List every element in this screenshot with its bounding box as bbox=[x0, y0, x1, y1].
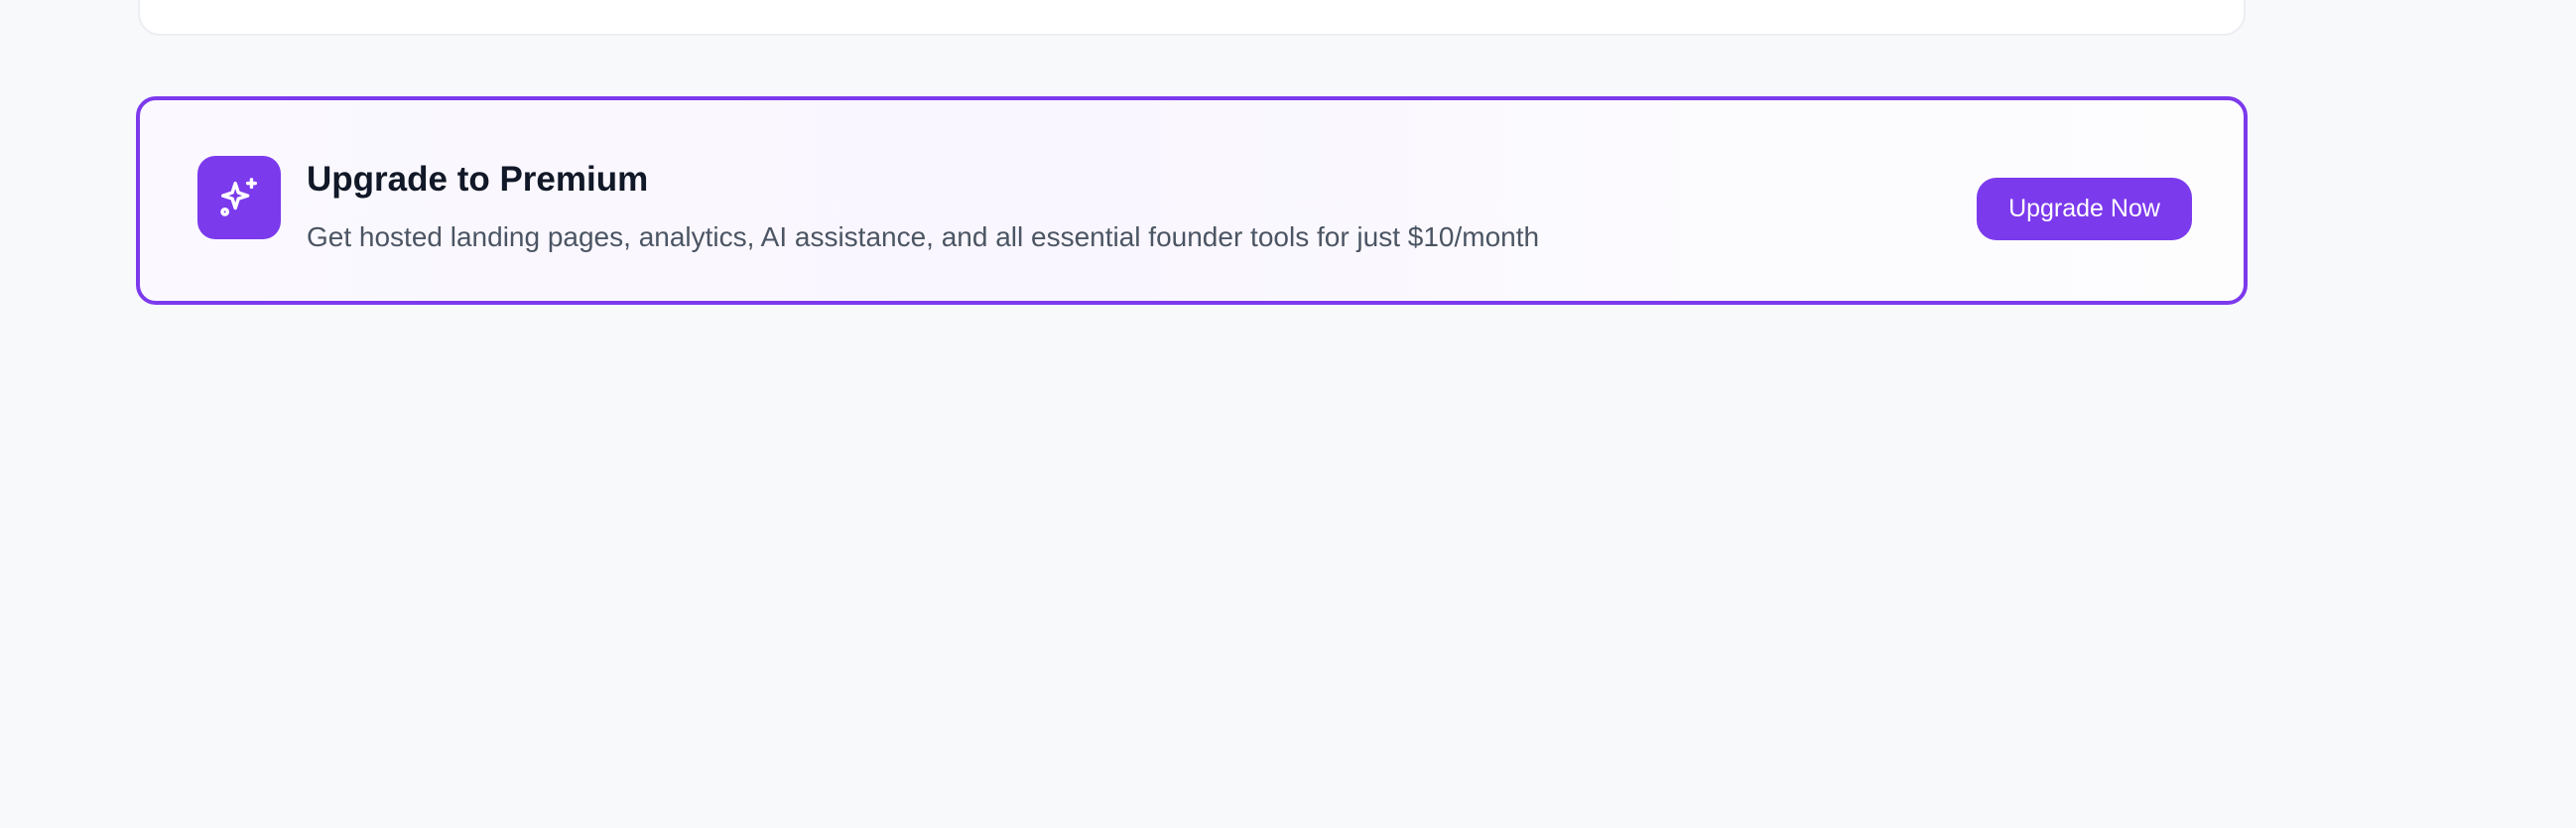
page: Upgrade to Premium Get hosted landing pa… bbox=[0, 0, 2576, 828]
previous-card bbox=[138, 0, 2246, 36]
premium-upgrade-banner: Upgrade to Premium Get hosted landing pa… bbox=[136, 96, 2248, 305]
premium-title: Upgrade to Premium bbox=[307, 160, 649, 199]
sparkles-icon bbox=[220, 178, 258, 216]
upgrade-now-button[interactable]: Upgrade Now bbox=[1977, 178, 2192, 240]
premium-description: Get hosted landing pages, analytics, AI … bbox=[307, 221, 1540, 252]
premium-icon-tile bbox=[197, 156, 281, 239]
